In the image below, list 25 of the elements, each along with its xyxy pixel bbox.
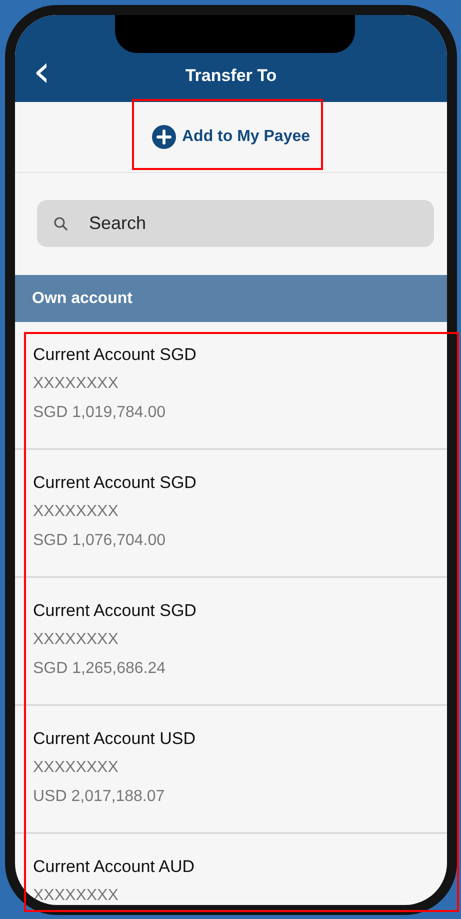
account-row[interactable]: Current Account SGD XXXXXXXX SGD 1,019,784.00: [15, 322, 447, 450]
account-row[interactable]: Current Account SGD XXXXXXXX SGD 1,265,686.24: [15, 578, 447, 706]
account-number: XXXXXXXX: [33, 758, 120, 778]
account-balance: SGD 1,076,704.00: [33, 531, 167, 551]
search-field[interactable]: Search: [37, 200, 434, 247]
back-button[interactable]: ‹: [27, 52, 57, 92]
account-name: Current Account SGD: [33, 600, 198, 622]
account-balance: SGD 1,019,784.00: [33, 403, 167, 423]
account-name: Current Account USD: [33, 728, 197, 750]
add-payee-button[interactable]: Add to My Payee: [152, 125, 310, 149]
account-balance: USD 2,017,188.07: [33, 787, 166, 807]
account-name: Current Account AUD: [33, 856, 196, 878]
account-row[interactable]: Current Account USD XXXXXXXX USD 2,017,188.07: [15, 706, 447, 834]
account-number: XXXXXXXX: [33, 886, 120, 905]
add-icon: [152, 125, 176, 149]
account-balance: SGD 1,265,686.24: [33, 659, 167, 679]
section-title: Own account: [32, 290, 132, 308]
account-number: XXXXXXXX: [33, 630, 120, 650]
screen-title: Transfer To: [185, 66, 277, 86]
account-number: XXXXXXXX: [33, 502, 120, 522]
account-name: Current Account SGD: [33, 472, 198, 494]
account-row[interactable]: Current Account SGD XXXXXXXX SGD 1,076,704.00: [15, 450, 447, 578]
account-number: XXXXXXXX: [33, 374, 120, 394]
account-name: Current Account SGD: [33, 344, 198, 366]
account-row[interactable]: Current Account AUD XXXXXXXX: [15, 834, 447, 905]
